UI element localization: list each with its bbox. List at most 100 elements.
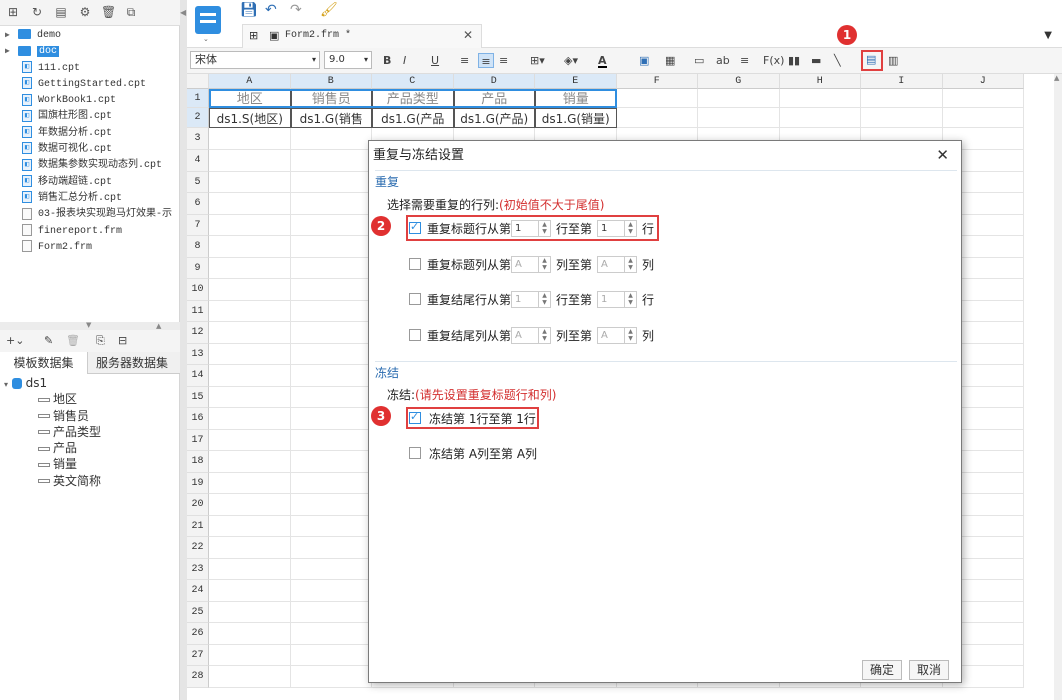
column-header[interactable]: I xyxy=(861,74,943,89)
spinner-arrows-icon[interactable]: ▲ ▼ xyxy=(624,292,636,307)
tree-item[interactable]: ◧ GettingStarted.cpt xyxy=(0,77,178,93)
tree-item[interactable]: ◧ 移动端超链.cpt xyxy=(0,175,178,191)
header-cell[interactable]: 销量 xyxy=(535,89,617,108)
grid-cell[interactable] xyxy=(942,108,1024,128)
align-left-icon[interactable]: ≡ xyxy=(460,53,469,68)
repeat-row-checkbox[interactable] xyxy=(409,258,421,270)
spinner-arrows-icon[interactable]: ▲ ▼ xyxy=(624,257,636,272)
expand-arrow-icon[interactable]: ▶ xyxy=(5,28,10,44)
row-header[interactable]: 26 xyxy=(187,623,209,645)
grid-cell[interactable] xyxy=(209,472,291,494)
italic-icon[interactable]: I xyxy=(403,53,406,68)
row-header[interactable]: 24 xyxy=(187,580,209,602)
delete-dataset-icon[interactable]: 🗑 xyxy=(66,333,80,348)
spinner-arrows-icon[interactable]: ▲ ▼ xyxy=(538,257,550,272)
tree-item[interactable]: 03-报表块实现跑马灯效果-示 xyxy=(0,207,178,223)
grid-cell[interactable] xyxy=(209,343,291,365)
grid-cell[interactable] xyxy=(290,451,372,473)
spinner-arrows-icon[interactable]: ▲ ▼ xyxy=(538,328,550,343)
row-header[interactable]: 18 xyxy=(187,451,209,473)
row-header[interactable]: 2 xyxy=(187,108,209,128)
row-header[interactable]: 21 xyxy=(187,515,209,537)
end-spinner[interactable]: 1 ▲ ▼ xyxy=(597,291,637,308)
grid-cell[interactable] xyxy=(290,623,372,645)
tree-item[interactable]: ◧ 数据集参数实现动态列.cpt xyxy=(0,158,178,174)
grid-cell[interactable] xyxy=(779,89,861,108)
tree-item[interactable]: Form2.frm xyxy=(0,240,178,256)
splitter[interactable]: ▼ ▲ xyxy=(0,321,180,330)
grid-cell[interactable] xyxy=(209,429,291,451)
row-header[interactable]: 13 xyxy=(187,343,209,365)
row-header[interactable]: 25 xyxy=(187,601,209,623)
settings-icon[interactable]: ⚙ xyxy=(78,5,92,19)
freeze-settings-button[interactable]: ▤ xyxy=(861,50,883,71)
spinner-arrows-icon[interactable]: ▲ ▼ xyxy=(624,221,636,236)
doc-tab[interactable]: ⊞ ▣ Form2.frm * ✕ xyxy=(242,24,482,48)
formula-icon[interactable]: F(x) xyxy=(763,53,784,68)
data-cell[interactable]: ds1.G(产品) xyxy=(453,108,535,128)
grid-cell[interactable] xyxy=(290,666,372,688)
row-header[interactable]: 15 xyxy=(187,386,209,408)
row-header[interactable]: 16 xyxy=(187,408,209,430)
column-header[interactable]: G xyxy=(698,74,780,89)
grid-cell[interactable] xyxy=(209,279,291,301)
freeze-rows-checkbox[interactable] xyxy=(409,410,421,424)
column-header[interactable]: C xyxy=(372,74,454,89)
refresh-icon[interactable]: ↻ xyxy=(30,5,44,19)
tree-item[interactable]: ◧ 国旗柱形图.cpt xyxy=(0,109,178,125)
grid-cell[interactable] xyxy=(290,558,372,580)
grid-cell[interactable] xyxy=(290,494,372,516)
grid-cell[interactable] xyxy=(290,601,372,623)
grid-cell[interactable] xyxy=(209,537,291,559)
vertical-scrollbar[interactable]: ▲ xyxy=(1054,74,1062,700)
freeze-cols-checkbox[interactable] xyxy=(409,447,421,459)
row-header[interactable]: 22 xyxy=(187,537,209,559)
grid-cell[interactable] xyxy=(209,558,291,580)
tree-item[interactable]: ◧ 111.cpt xyxy=(0,60,178,77)
copy-icon[interactable]: ⧉ xyxy=(124,5,138,19)
dataset-field[interactable]: 英文简称 xyxy=(4,473,174,489)
repeat-row-checkbox[interactable] xyxy=(409,293,421,305)
grid-cell[interactable] xyxy=(209,515,291,537)
merge-icon[interactable]: ▦ xyxy=(665,53,675,68)
grid-cell[interactable] xyxy=(290,365,372,387)
data-cell[interactable]: ds1.G(销量) xyxy=(535,108,617,128)
fill-icon[interactable]: ◈▾ xyxy=(564,53,578,68)
font-select[interactable]: 宋体 ▾ xyxy=(190,51,320,69)
bar-chart-icon[interactable]: ▮▮ xyxy=(788,53,800,68)
grid-cell[interactable] xyxy=(290,408,372,430)
row-header[interactable]: 9 xyxy=(187,257,209,279)
tab-template-dataset[interactable]: 模板数据集 xyxy=(0,352,88,374)
grid-cell[interactable] xyxy=(861,108,943,128)
grid-cell[interactable] xyxy=(290,300,372,322)
grid-cell[interactable] xyxy=(209,386,291,408)
close-icon[interactable]: ✕ xyxy=(936,146,949,164)
tab-server-dataset[interactable]: 服务器数据集 xyxy=(88,352,176,374)
bold-icon[interactable]: B xyxy=(383,53,391,68)
grid-cell[interactable] xyxy=(209,494,291,516)
grid-cell[interactable] xyxy=(942,89,1024,108)
grid-cell[interactable] xyxy=(209,150,291,172)
grid-cell[interactable] xyxy=(209,214,291,236)
grid-cell[interactable] xyxy=(209,300,291,322)
redo-icon[interactable]: ↷ xyxy=(290,3,302,18)
tree-item[interactable]: ◧ 年数据分析.cpt xyxy=(0,126,178,142)
grid-cell[interactable] xyxy=(616,108,698,128)
server-icon[interactable]: ⊟ xyxy=(118,333,127,348)
start-spinner[interactable]: 1 ▲ ▼ xyxy=(511,291,551,308)
grid-cell[interactable] xyxy=(209,644,291,666)
close-tab-icon[interactable]: ✕ xyxy=(463,28,473,42)
repeat-row-checkbox[interactable] xyxy=(409,329,421,341)
align-right-icon[interactable]: ≡ xyxy=(499,53,508,68)
header-cell[interactable]: 产品类型 xyxy=(372,89,454,108)
grid-cell[interactable] xyxy=(779,108,861,128)
tree-item[interactable]: ▶ demo xyxy=(0,28,178,44)
column-header[interactable]: D xyxy=(453,74,535,89)
border-icon[interactable]: ⊞▾ xyxy=(530,53,545,68)
add-dataset-icon[interactable]: +⌄ xyxy=(6,333,24,348)
grid-cell[interactable] xyxy=(290,279,372,301)
row-header[interactable]: 3 xyxy=(187,128,209,150)
grid-cell[interactable] xyxy=(290,171,372,193)
image-icon[interactable]: ▬ xyxy=(811,53,821,68)
data-cell[interactable]: ds1.G(产品 xyxy=(372,108,454,128)
